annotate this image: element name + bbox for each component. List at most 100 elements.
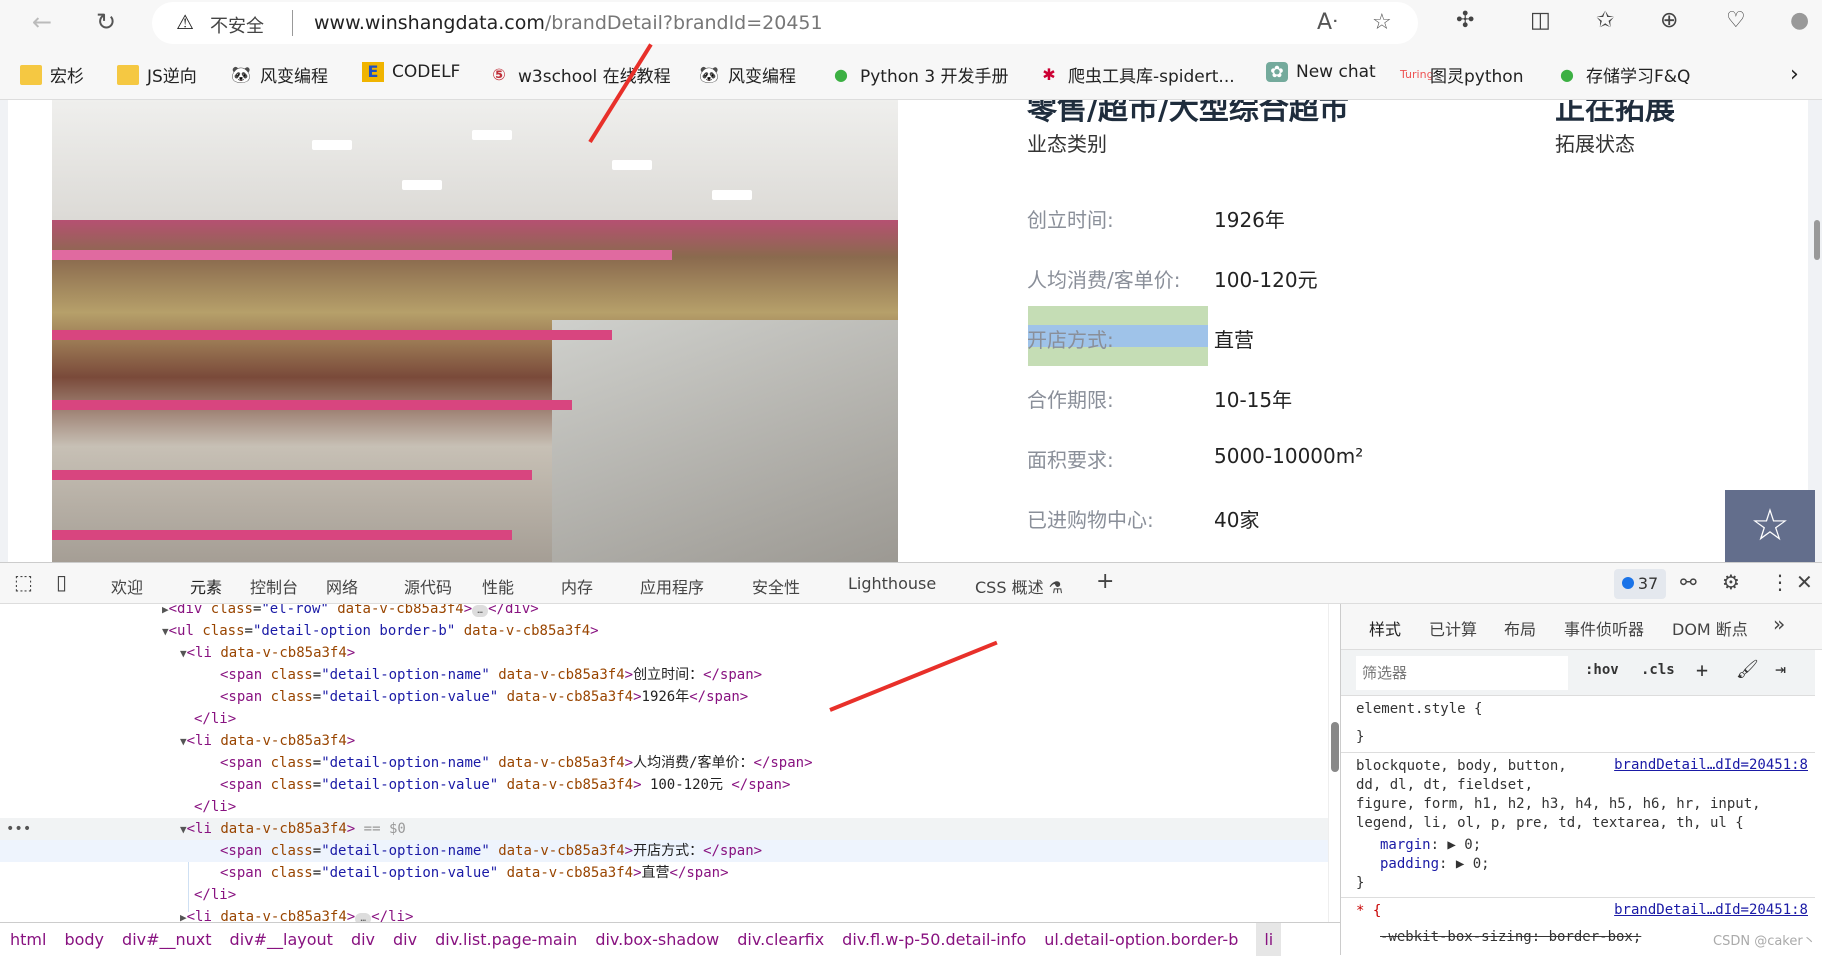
dom-node-line[interactable]: <span class="detail-option-value" data-v… <box>0 862 1328 884</box>
tab-console[interactable]: 控制台 <box>250 574 298 598</box>
bookmark-item[interactable]: E CODELF <box>362 62 460 82</box>
stylesheet-link[interactable]: brandDetail…dId=20451:8 <box>1614 902 1808 918</box>
dom-node-line[interactable]: ▼<ul class="detail-option border-b" data… <box>0 620 1328 642</box>
bookmark-item[interactable]: 宏杉 <box>20 62 84 87</box>
health-icon[interactable]: ♡ <box>1726 8 1746 33</box>
dom-node-line[interactable]: <span class="detail-option-name" data-v-… <box>0 752 1328 774</box>
rule-selector[interactable]: * { <box>1356 902 1381 921</box>
breadcrumb-item[interactable]: body <box>64 930 104 949</box>
tab-application[interactable]: 应用程序 <box>640 574 704 598</box>
device-toolbar-icon[interactable]: ▯ <box>56 570 67 594</box>
settings-gear-icon[interactable]: ⚙ <box>1722 570 1740 594</box>
tab-lighthouse[interactable]: Lighthouse <box>848 574 936 593</box>
security-label[interactable]: 不安全 <box>210 12 264 38</box>
bookmark-item[interactable]: ⑤ w3school 在线教程 <box>488 62 670 88</box>
scrollbar-thumb[interactable] <box>1331 722 1339 772</box>
styles-filter-input[interactable] <box>1356 656 1568 690</box>
dom-node-line[interactable]: ▼<li data-v-cb85a3f4> == $0 ••• <box>0 818 1328 840</box>
bookmark-item[interactable]: ● 存储学习F&Q <box>1556 62 1690 88</box>
cls-toggle[interactable]: .cls <box>1641 662 1675 678</box>
address-bar[interactable]: ⚠ 不安全 www.winshangdata.com/brandDetail?b… <box>152 2 1418 44</box>
profile-avatar[interactable]: ● <box>1790 8 1809 33</box>
bookmark-item[interactable]: ✱ 爬虫工具库-spidert... <box>1038 62 1234 88</box>
tab-computed[interactable]: 已计算 <box>1429 616 1477 640</box>
read-aloud-icon[interactable]: Aᐧ <box>1317 10 1338 35</box>
tab-welcome[interactable]: 欢迎 <box>111 574 143 598</box>
breadcrumb-item[interactable]: div.clearfix <box>737 930 824 949</box>
tab-layout[interactable]: 布局 <box>1504 616 1536 640</box>
connection-icon[interactable]: ⚯ <box>1680 570 1697 594</box>
breadcrumb-item[interactable]: div <box>393 930 417 949</box>
more-tabs-chevron-icon[interactable]: » <box>1773 612 1785 636</box>
issues-badge[interactable]: 37 <box>1614 569 1666 599</box>
reload-button[interactable]: ↻ <box>90 8 122 36</box>
tab-css-overview[interactable]: CSS 概述 ⚗ <box>975 574 1063 598</box>
css-declaration[interactable]: padding: ▶ 0; <box>1380 855 1490 874</box>
breadcrumb-item[interactable]: div.fl.w-p-50.detail-info <box>842 930 1026 949</box>
elements-scrollbar[interactable] <box>1328 604 1340 922</box>
bookmark-item[interactable]: 🐼 风变编程 <box>230 62 328 88</box>
extensions-icon[interactable]: ✣ <box>1456 8 1474 33</box>
bookmark-item[interactable]: JS逆向 <box>117 62 197 87</box>
rule-selector[interactable]: legend, li, ol, p, pre, td, textarea, th… <box>1356 814 1744 833</box>
bookmark-item[interactable]: ● Python 3 开发手册 <box>830 62 1009 88</box>
dom-node-line[interactable]: </li> <box>0 884 1328 906</box>
tab-security[interactable]: 安全性 <box>752 574 800 598</box>
tab-elements[interactable]: 元素 <box>177 574 235 610</box>
elements-dom-tree[interactable]: ▶<div class="el-row" data-v-cb85a3f4>… </… <box>0 604 1340 922</box>
bookmark-item[interactable]: 🐼 风变编程 <box>698 62 796 88</box>
breadcrumb-item[interactable]: div <box>351 930 375 949</box>
more-options-icon[interactable]: ⋮ <box>1770 570 1790 594</box>
breadcrumb-item[interactable]: html <box>10 930 46 949</box>
rule-selector[interactable]: dd, dl, dt, fieldset, <box>1356 776 1533 795</box>
tab-dom-breakpoints[interactable]: DOM 断点 <box>1672 616 1748 640</box>
rule-selector[interactable]: figure, form, h1, h2, h3, h4, h5, h6, hr… <box>1356 795 1761 814</box>
tab-network[interactable]: 网络 <box>326 574 358 598</box>
breadcrumb-item[interactable]: li <box>1256 923 1282 956</box>
breadcrumb-item[interactable]: div#__layout <box>230 930 333 949</box>
tab-sources[interactable]: 源代码 <box>404 574 452 598</box>
element-style-rule[interactable]: element.style { <box>1356 700 1482 719</box>
breadcrumb-item[interactable]: div.box-shadow <box>595 930 719 949</box>
back-button[interactable]: ← <box>26 8 58 36</box>
add-tab-icon[interactable]: + <box>1096 569 1114 594</box>
favorite-star-button[interactable]: ☆ <box>1725 490 1815 562</box>
dom-node-line[interactable]: </li> <box>0 708 1328 730</box>
favorite-star-icon[interactable]: ☆ <box>1372 10 1392 35</box>
toggle-sidebar-icon[interactable]: ⇥ <box>1775 659 1786 680</box>
page-scrollbar[interactable] <box>1814 220 1820 260</box>
url-text[interactable]: www.winshangdata.com/brandDetail?brandId… <box>314 12 823 34</box>
dom-node-line[interactable]: <span class="detail-option-name" data-v-… <box>0 840 1328 862</box>
dom-node-line[interactable]: <span class="detail-option-name" data-v-… <box>0 664 1328 686</box>
collections-icon[interactable]: ⊕ <box>1660 8 1678 33</box>
tab-memory[interactable]: 内存 <box>561 574 593 598</box>
inspect-element-icon[interactable]: ⬚ <box>14 570 33 594</box>
breadcrumb-item[interactable]: ul.detail-option.border-b <box>1044 930 1238 949</box>
favorites-icon[interactable]: ✩ <box>1596 8 1614 33</box>
rule-selector[interactable]: blockquote, body, button, <box>1356 757 1567 776</box>
bookmark-item[interactable]: ✿ New chat <box>1266 62 1376 82</box>
stylesheet-link[interactable]: brandDetail…dId=20451:8 <box>1614 757 1808 773</box>
dom-node-line[interactable]: ▶<li data-v-cb85a3f4>… </li> <box>0 906 1328 922</box>
dom-node-line[interactable]: </li> <box>0 796 1328 818</box>
dom-node-line[interactable]: <span class="detail-option-value" data-v… <box>0 686 1328 708</box>
tab-event-listeners[interactable]: 事件侦听器 <box>1564 616 1644 640</box>
breadcrumb-item[interactable]: div#__nuxt <box>122 930 212 949</box>
new-rule-icon[interactable]: + <box>1696 658 1708 682</box>
split-screen-icon[interactable]: ◫ <box>1530 8 1551 33</box>
dom-node-line[interactable]: ▼<li data-v-cb85a3f4> <box>0 730 1328 752</box>
more-actions-icon[interactable]: ••• <box>6 818 31 840</box>
hov-toggle[interactable]: :hov <box>1585 662 1619 678</box>
css-declaration[interactable]: margin: ▶ 0; <box>1380 836 1481 855</box>
bookmarks-more-chevron-icon[interactable]: › <box>1790 62 1799 87</box>
dom-node-line[interactable]: <span class="detail-option-value" data-v… <box>0 774 1328 796</box>
dom-node-line[interactable]: ▶<div class="el-row" data-v-cb85a3f4>… </… <box>0 604 1328 620</box>
dom-node-line[interactable]: ▼<li data-v-cb85a3f4> <box>0 642 1328 664</box>
bookmark-item[interactable]: Turing 图灵python <box>1400 62 1523 87</box>
css-declaration-overridden[interactable]: -webkit-box-sizing: border-box; <box>1380 928 1641 947</box>
paint-brush-icon[interactable]: 🖌 <box>1736 659 1759 680</box>
breadcrumb-item[interactable]: div.list.page-main <box>435 930 577 949</box>
close-devtools-icon[interactable]: ✕ <box>1796 570 1813 594</box>
tab-styles[interactable]: 样式 <box>1358 616 1412 653</box>
tab-performance[interactable]: 性能 <box>482 574 514 598</box>
